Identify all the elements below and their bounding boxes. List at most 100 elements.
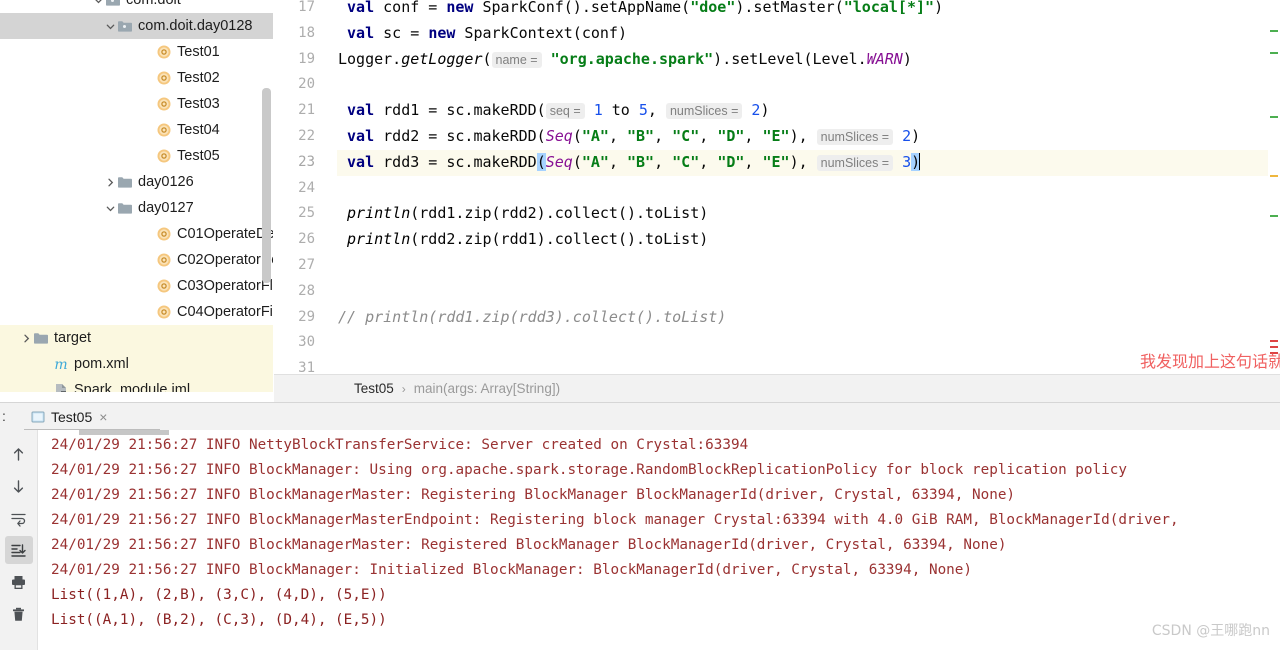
vcs-change-marker	[1270, 30, 1278, 32]
svg-text:m: m	[54, 357, 67, 372]
down-arrow-icon[interactable]	[5, 472, 33, 500]
line-number[interactable]: 26	[275, 227, 315, 253]
folder-icon	[117, 200, 133, 216]
console-log-line: 24/01/29 21:56:27 INFO NettyBlockTransfe…	[51, 437, 749, 453]
print-icon[interactable]	[5, 568, 33, 596]
tree-item-c02operatorde[interactable]: C02OperatorDe	[0, 247, 273, 273]
tab-test05[interactable]: Test05 ×	[24, 403, 113, 431]
code-line[interactable]: val rdd2 = sc.makeRDD(Seq("A", "B", "C",…	[338, 124, 920, 150]
folder-icon	[33, 330, 49, 346]
soft-wrap-icon[interactable]	[5, 504, 33, 532]
line-number[interactable]: 25	[275, 201, 315, 227]
iml-file-icon	[53, 382, 69, 392]
trash-icon[interactable]	[5, 600, 33, 628]
code-token: getLogger	[401, 49, 483, 68]
chevron-right-icon[interactable]	[20, 332, 33, 345]
tree-item-target[interactable]: target	[0, 325, 273, 351]
chevron-down-icon[interactable]	[104, 20, 117, 33]
code-line[interactable]: val sc = new SparkContext(conf)	[338, 21, 627, 47]
console-result-line: List((A,1), (B,2), (C,3), (D,4), (E,5))	[51, 612, 387, 628]
line-number[interactable]: 29	[275, 305, 315, 331]
tree-item-com-doit[interactable]: com.doit	[0, 0, 273, 13]
chevron-right-icon[interactable]	[104, 176, 117, 189]
console-toolbar[interactable]	[0, 430, 38, 650]
line-number[interactable]: 17	[275, 0, 315, 21]
line-number[interactable]: 27	[275, 253, 315, 279]
run-tool-window-tabs[interactable]: : Test05 ×	[0, 402, 1280, 431]
line-number[interactable]: 22	[275, 124, 315, 150]
project-tree-panel[interactable]: com.doit com.doit.day0128 Test01 Test02 Test…	[0, 0, 273, 392]
code-line[interactable]: val rdd1 = sc.makeRDD(seq = 1 to 5, numS…	[338, 98, 769, 124]
package-icon	[117, 18, 133, 34]
up-arrow-icon[interactable]	[5, 440, 33, 468]
line-number[interactable]: 19	[275, 47, 315, 73]
tree-item-c01operatedem[interactable]: C01OperateDem	[0, 221, 273, 247]
line-number[interactable]: 20	[275, 72, 315, 98]
code-token: WARN	[866, 49, 903, 68]
tree-item-test03[interactable]: Test03	[0, 91, 273, 117]
code-token: 3	[902, 152, 912, 171]
breadcrumb-method[interactable]: main(args: Array[String])	[414, 381, 560, 396]
code-line[interactable]: println(rdd2.zip(rdd1).collect().toList)	[338, 227, 708, 253]
tree-item-c04operatorfilt[interactable]: C04OperatorFilt	[0, 299, 273, 325]
code-line[interactable]: println(rdd1.zip(rdd2).collect().toList)	[338, 201, 708, 227]
chevron-down-icon[interactable]	[104, 202, 117, 215]
tree-item-label: day0126	[138, 174, 194, 190]
tree-item-pom-xml[interactable]: m pom.xml	[0, 351, 273, 377]
tree-item-test04[interactable]: Test04	[0, 117, 273, 143]
code-line[interactable]: // println(rdd1.zip(rdd3).collect().toLi…	[338, 305, 726, 331]
code-token: seq =	[545, 103, 585, 120]
no-chevron	[40, 358, 53, 371]
code-token: rdd1 = sc.makeRDD(	[374, 101, 546, 120]
code-line[interactable]: Logger.getLogger(name = "org.apache.spar…	[338, 47, 912, 73]
scala-object-icon	[156, 252, 172, 268]
chevron-down-icon[interactable]	[92, 0, 105, 7]
console-output[interactable]: 24/01/29 21:56:27 INFO NettyBlockTransfe…	[39, 430, 1280, 650]
tree-item-day0127[interactable]: day0127	[0, 195, 273, 221]
code-editor[interactable]: 17 18 19 20 21 22 23 24 25 26 27 28 29 30 31 val conf …	[274, 0, 1280, 374]
code-line[interactable]: val conf = new SparkConf().setAppName("d…	[338, 0, 943, 21]
editor-scrollbar-strip[interactable]	[1268, 0, 1280, 374]
no-chevron	[40, 384, 53, 393]
code-line[interactable]: val rdd3 = sc.makeRDD(Seq("A", "B", "C",…	[338, 150, 921, 176]
tree-item-day0126[interactable]: day0126	[0, 169, 273, 195]
breadcrumb[interactable]: Test05 › main(args: Array[String])	[274, 374, 1280, 402]
run-console[interactable]: 24/01/29 21:56:27 INFO NettyBlockTransfe…	[0, 430, 1280, 650]
tree-item-test01[interactable]: Test01	[0, 39, 273, 65]
code-token: (	[572, 127, 582, 145]
scala-object-icon	[156, 278, 172, 294]
code-content[interactable]: val conf = new SparkConf().setAppName("d…	[338, 0, 1280, 374]
line-number[interactable]: 24	[275, 176, 315, 202]
console-log-line: 24/01/29 21:56:27 INFO BlockManager: Usi…	[51, 462, 1127, 478]
line-number[interactable]: 23	[275, 150, 315, 176]
tree-item-com-doit-day0128[interactable]: com.doit.day0128	[0, 13, 273, 39]
line-number-gutter[interactable]: 17 18 19 20 21 22 23 24 25 26 27 28 29 30 31	[274, 0, 337, 374]
close-icon[interactable]: ×	[99, 409, 107, 425]
code-token: SparkConf().setAppName(	[473, 0, 691, 16]
code-token: "doe"	[690, 0, 736, 16]
line-number[interactable]: 21	[275, 98, 315, 124]
code-token: (	[536, 152, 546, 171]
code-token: ,	[744, 152, 763, 171]
scroll-to-end-icon[interactable]	[4, 536, 33, 564]
breadcrumb-class[interactable]: Test05	[354, 381, 394, 396]
line-number[interactable]: 28	[275, 279, 315, 305]
code-token: new	[428, 23, 456, 42]
line-number[interactable]: 30	[275, 330, 315, 356]
vcs-change-marker	[1270, 116, 1278, 118]
scala-object-icon	[156, 304, 172, 320]
no-chevron	[143, 150, 156, 163]
maven-m-icon: m	[53, 356, 69, 372]
project-tree-scrollbar[interactable]	[262, 88, 271, 283]
line-number[interactable]: 18	[275, 21, 315, 47]
tree-item-test02[interactable]: Test02	[0, 65, 273, 91]
code-token: ).setMaster(	[735, 0, 844, 16]
line-number[interactable]: 31	[275, 356, 315, 374]
tree-item-c03operatorfla[interactable]: C03OperatorFla	[0, 273, 273, 299]
console-log-line: 24/01/29 21:56:27 INFO BlockManagerMaste…	[51, 512, 1179, 528]
tree-item-test05[interactable]: Test05	[0, 143, 273, 169]
code-token: sc =	[374, 23, 429, 42]
tree-item-spark-module-iml[interactable]: Spark_module.iml	[0, 377, 273, 392]
tree-item-label: day0127	[138, 200, 194, 216]
